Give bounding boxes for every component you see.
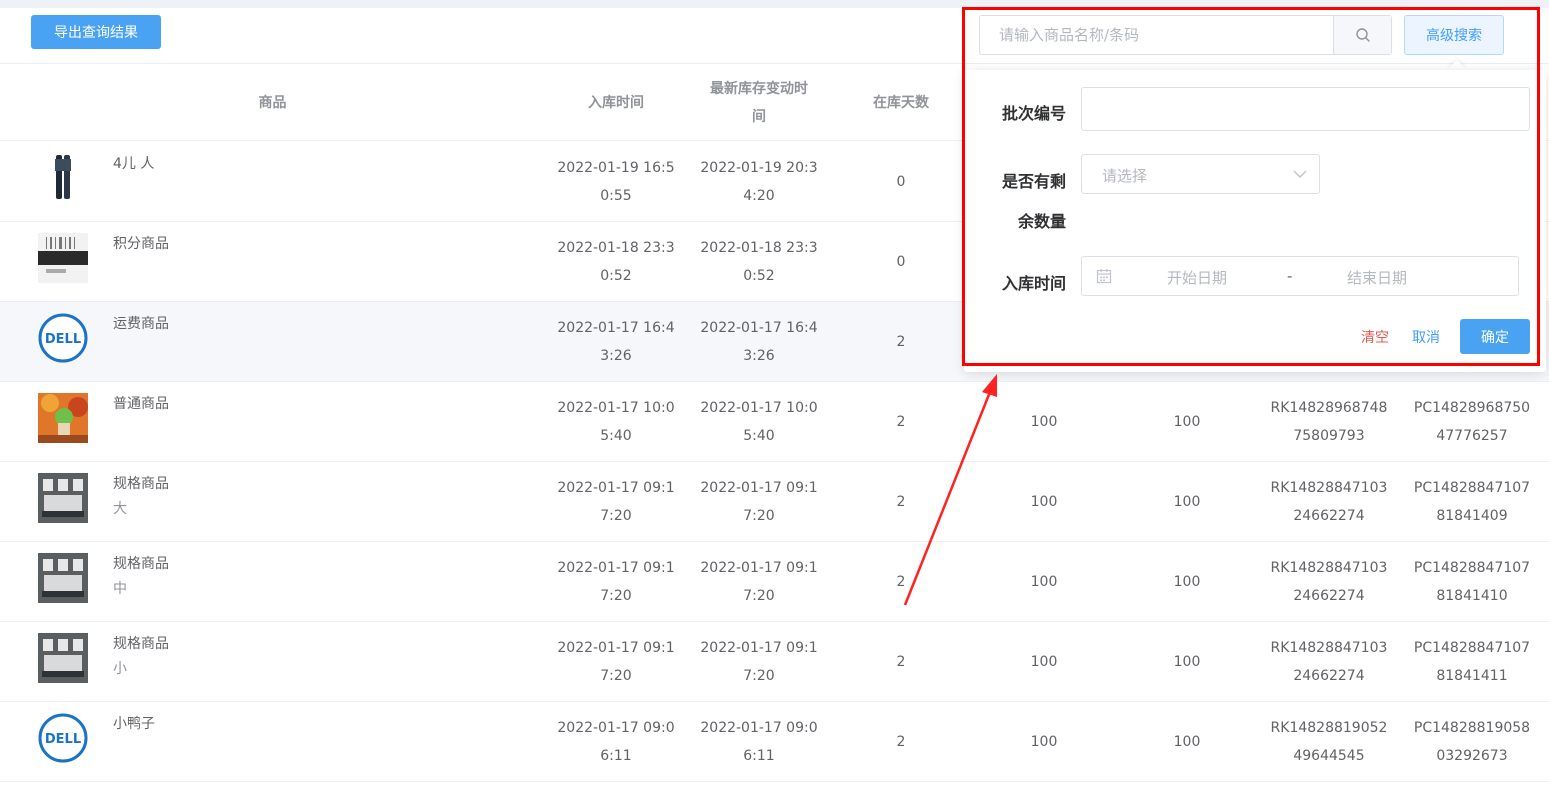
cell-inbound-no: RK14828847103 24662274 — [1270, 640, 1388, 684]
product-thumbnail — [38, 153, 88, 203]
cell-inbound-no: RK14828819052 49644545 — [1270, 720, 1388, 764]
inventory-batch-page: 导出查询结果 高级搜索 商品 入库时间 最新库存变动时 间 在库天数 4儿 人 2… — [0, 8, 1549, 791]
cell-days-in-stock: 0 — [896, 174, 906, 190]
export-results-button[interactable]: 导出查询结果 — [31, 15, 161, 49]
in-time-date-range[interactable]: 开始日期 - 结束日期 — [1081, 256, 1519, 296]
product-thumbnail — [38, 553, 88, 603]
cell-batch-no: PC14828819058 03292673 — [1413, 720, 1531, 764]
cell-quantity-b: 100 — [1173, 654, 1201, 670]
product-spec: 大 — [113, 501, 127, 517]
cell-quantity-b: 100 — [1173, 414, 1201, 430]
table-row[interactable]: 规格商品中 2022-01-17 09:1 7:20 2022-01-17 09:1… — [0, 542, 1549, 622]
svg-text:DELL: DELL — [45, 332, 81, 347]
top-strip — [0, 0, 1549, 8]
confirm-button[interactable]: 确定 — [1460, 319, 1530, 354]
product-search-box — [979, 15, 1392, 55]
cell-in-time: 2022-01-19 16:5 0:55 — [557, 160, 675, 204]
cell-quantity-a: 100 — [1030, 654, 1058, 670]
cell-days-in-stock: 2 — [896, 734, 906, 750]
calendar-icon — [1096, 269, 1112, 284]
cell-batch-no: PC14828847107 81841411 — [1413, 640, 1531, 684]
cell-days-in-stock: 2 — [896, 414, 906, 430]
cell-days-in-stock: 2 — [896, 574, 906, 590]
cell-latest-change-time: 2022-01-18 23:3 0:52 — [700, 240, 818, 284]
search-button[interactable] — [1333, 16, 1391, 54]
cell-days-in-stock: 0 — [896, 254, 906, 270]
clear-button[interactable]: 清空 — [1361, 327, 1389, 347]
product-thumbnail — [38, 633, 88, 683]
cell-inbound-no: RK14828847103 24662274 — [1270, 480, 1388, 524]
product-thumbnail — [38, 473, 88, 523]
product-spec: 中 — [113, 581, 127, 597]
product-thumbnail: DELL — [38, 313, 88, 363]
chevron-down-icon — [1293, 170, 1307, 178]
cell-batch-no: PC14828847107 81841409 — [1413, 480, 1531, 524]
product-name: 小鸭子 — [113, 716, 155, 732]
toolbar: 导出查询结果 高级搜索 — [0, 8, 1549, 64]
cell-in-time: 2022-01-17 09:1 7:20 — [557, 640, 675, 684]
cell-latest-change-time: 2022-01-17 09:1 7:20 — [700, 640, 818, 684]
cell-days-in-stock: 2 — [896, 494, 906, 510]
search-icon — [1355, 28, 1370, 42]
cell-quantity-b: 100 — [1173, 574, 1201, 590]
cell-quantity-a: 100 — [1030, 734, 1058, 750]
cell-latest-change-time: 2022-01-17 09:1 7:20 — [700, 480, 818, 524]
product-thumbnail — [38, 233, 88, 283]
product-thumbnail: DELL — [38, 713, 88, 763]
range-separator: - — [1287, 267, 1293, 285]
cell-latest-change-time: 2022-01-17 16:4 3:26 — [700, 320, 818, 364]
header-in-time: 入库时间 — [588, 95, 644, 111]
in-time-label: 入库时间 — [1001, 274, 1066, 293]
cell-in-time: 2022-01-17 10:0 5:40 — [557, 400, 675, 444]
cell-latest-change-time: 2022-01-17 10:0 5:40 — [700, 400, 818, 444]
table-row[interactable]: 规格商品大 2022-01-17 09:1 7:20 2022-01-17 09:1… — [0, 462, 1549, 542]
cell-in-time: 2022-01-17 16:4 3:26 — [557, 320, 675, 364]
table-row[interactable]: 规格商品小 2022-01-17 09:1 7:20 2022-01-17 09:1… — [0, 622, 1549, 702]
cell-inbound-no: RK14828847103 24662274 — [1270, 560, 1388, 604]
cell-batch-no: PC14828968750 47776257 — [1413, 400, 1531, 444]
cell-in-time: 2022-01-17 09:1 7:20 — [557, 560, 675, 604]
product-name: 规格商品 — [113, 556, 169, 572]
cell-latest-change-time: 2022-01-17 09:1 7:20 — [700, 560, 818, 604]
header-product: 商品 — [258, 95, 287, 111]
advanced-search-button[interactable]: 高级搜索 — [1404, 15, 1504, 55]
cancel-button[interactable]: 取消 — [1412, 327, 1440, 347]
product-name: 积分商品 — [113, 236, 169, 252]
svg-text:DELL: DELL — [45, 732, 81, 747]
cell-in-time: 2022-01-17 09:0 6:11 — [557, 720, 675, 764]
product-name: 4儿 人 — [113, 156, 155, 172]
table-row[interactable]: DELL 小鸭子 2022-01-17 09:0 6:11 2022-01-17 09… — [0, 702, 1549, 782]
product-name: 普通商品 — [113, 396, 169, 412]
remaining-quantity-select[interactable]: 请选择 — [1081, 154, 1320, 194]
cell-days-in-stock: 2 — [896, 654, 906, 670]
batch-number-input[interactable] — [1081, 87, 1530, 131]
product-thumbnail — [38, 393, 88, 443]
cell-in-time: 2022-01-18 23:3 0:52 — [557, 240, 675, 284]
product-name: 规格商品 — [113, 636, 169, 652]
end-date-placeholder[interactable]: 结束日期 — [1347, 267, 1407, 288]
product-name: 运费商品 — [113, 316, 169, 332]
table-row[interactable]: 普通商品 2022-01-17 10:0 5:40 2022-01-17 10:0 … — [0, 382, 1549, 462]
cell-latest-change-time: 2022-01-17 09:0 6:11 — [700, 720, 818, 764]
cell-latest-change-time: 2022-01-19 20:3 4:20 — [700, 160, 818, 204]
product-name: 规格商品 — [113, 476, 169, 492]
cell-quantity-a: 100 — [1030, 494, 1058, 510]
cell-quantity-a: 100 — [1030, 574, 1058, 590]
remaining-quantity-label: 是否有剩 余数量 — [1001, 172, 1066, 231]
cell-quantity-a: 100 — [1030, 414, 1058, 430]
batch-number-label: 批次编号 — [1001, 104, 1066, 123]
cell-quantity-b: 100 — [1173, 734, 1201, 750]
cell-in-time: 2022-01-17 09:1 7:20 — [557, 480, 675, 524]
product-search-input[interactable] — [980, 16, 1333, 54]
header-latest-change-time: 最新库存变动时 间 — [710, 81, 808, 125]
product-spec: 小 — [113, 661, 127, 677]
cell-days-in-stock: 2 — [896, 334, 906, 350]
header-days-in-stock: 在库天数 — [873, 95, 929, 111]
cell-batch-no: PC14828847107 81841410 — [1413, 560, 1531, 604]
cell-quantity-b: 100 — [1173, 494, 1201, 510]
start-date-placeholder[interactable]: 开始日期 — [1167, 267, 1227, 288]
remaining-quantity-placeholder: 请选择 — [1102, 167, 1148, 185]
cell-inbound-no: RK14828968748 75809793 — [1270, 400, 1388, 444]
advanced-search-popover: 批次编号 是否有剩 余数量 请选择 入库时间 开始日期 - 结束日期 — [964, 70, 1546, 372]
